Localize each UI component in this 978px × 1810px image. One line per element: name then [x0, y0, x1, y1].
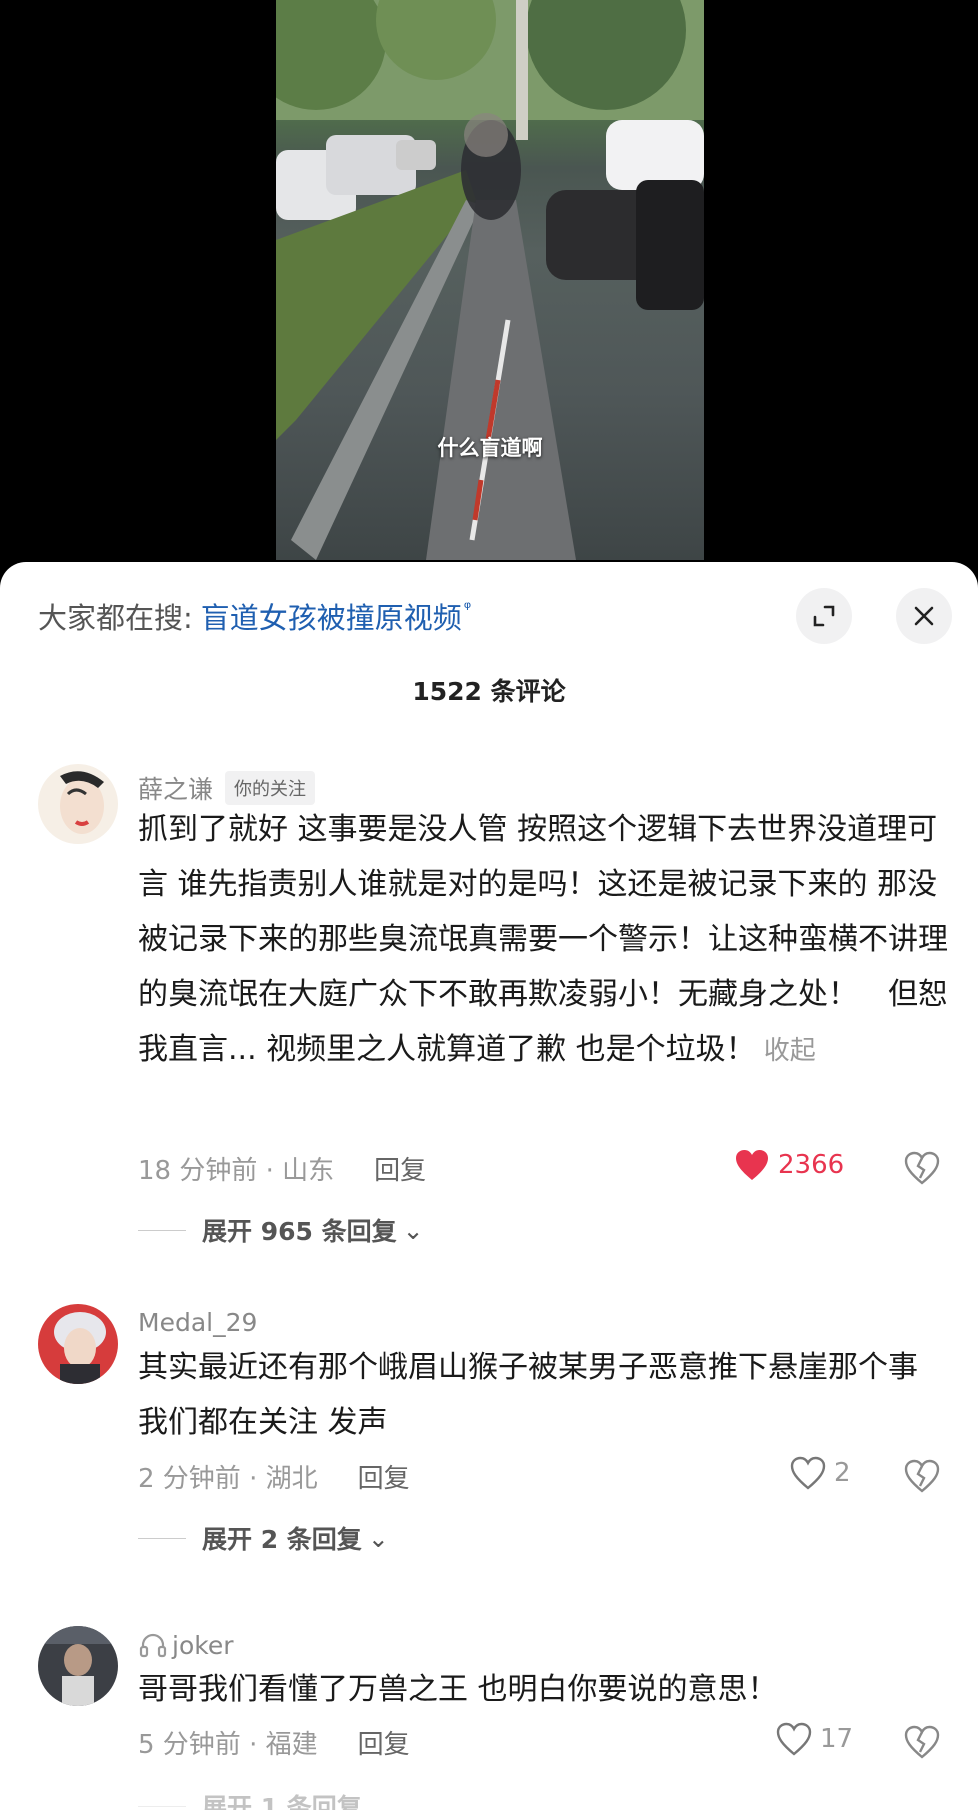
comment-sheet: 大家都在搜: 盲道女孩被撞原视频 ᵠ 1522 条评论 薛之谦 你的关注 抓到了…: [0, 562, 978, 1810]
expand-replies[interactable]: 展开 965 条回复 ⌄: [138, 1212, 424, 1248]
expand-replies-label: 展开 1 条回复: [202, 1793, 362, 1810]
username[interactable]: Medal_29: [138, 1308, 257, 1337]
broken-heart-icon[interactable]: [904, 1458, 940, 1494]
like-count: 2366: [778, 1150, 845, 1180]
comment-text: 其实最近还有那个峨眉山猴子被某男子恶意推下悬崖那个事 我们都在关注 发声: [138, 1350, 918, 1440]
comment-count: 1522 条评论: [412, 677, 566, 706]
comment-text: 哥哥我们看懂了万兽之王 也明白你要说的意思！: [138, 1672, 778, 1707]
video-player[interactable]: 什么盲道啊: [276, 0, 704, 560]
username[interactable]: 薛之谦: [138, 770, 213, 806]
comment-body: 抓到了就好 这事要是没人管 按照这个逻辑下去世界没道理可言 谁先指责别人谁就是对…: [138, 812, 948, 1067]
like-button[interactable]: 2366: [734, 1148, 844, 1182]
avatar[interactable]: [38, 1626, 118, 1706]
comment-time-location: 5 分钟前 · 福建: [138, 1730, 318, 1760]
expand-icon: [813, 605, 835, 627]
heart-filled-icon: [736, 1150, 768, 1180]
expand-replies[interactable]: 展开 1 条回复: [138, 1788, 362, 1810]
reply-button[interactable]: 回复: [358, 1458, 410, 1495]
close-icon: [914, 606, 934, 626]
comment-meta: 5 分钟前 · 福建 回复: [138, 1724, 410, 1761]
comment-user-row: 薛之谦 你的关注: [138, 770, 316, 806]
expand-replies-label: 展开 2 条回复: [202, 1525, 362, 1554]
search-suggestion[interactable]: 大家都在搜: 盲道女孩被撞原视频 ᵠ: [38, 596, 471, 636]
collapse-link[interactable]: 收起: [764, 1036, 816, 1066]
comment-user-row: joker: [138, 1630, 234, 1660]
broken-heart-icon[interactable]: [904, 1150, 940, 1186]
close-button[interactable]: [896, 588, 952, 644]
like-button[interactable]: 17: [776, 1722, 853, 1756]
headphones-icon: [139, 1633, 167, 1658]
comment-text: 抓到了就好 这事要是没人管 按照这个逻辑下去世界没道理可言 谁先指责别人谁就是对…: [138, 802, 948, 1079]
chevron-down-icon: ⌄: [367, 1523, 389, 1553]
expand-button[interactable]: [796, 588, 852, 644]
heart-outline-icon: [790, 1456, 826, 1490]
video-scene: [276, 0, 704, 560]
chevron-down-icon: ⌄: [402, 1215, 424, 1245]
divider-line: [138, 1229, 186, 1231]
comment-time-location: 2 分钟前 · 湖北: [138, 1464, 318, 1494]
divider-line: [138, 1537, 186, 1539]
search-icon: ᵠ: [463, 597, 472, 619]
avatar[interactable]: [38, 764, 118, 844]
comment-meta: 2 分钟前 · 湖北 回复: [138, 1458, 410, 1495]
avatar[interactable]: [38, 1304, 118, 1384]
follow-badge: 你的关注: [225, 771, 316, 805]
comment-user-row: Medal_29: [138, 1308, 257, 1337]
search-term-link[interactable]: 盲道女孩被撞原视频: [201, 595, 462, 637]
expand-replies[interactable]: 展开 2 条回复 ⌄: [138, 1520, 389, 1556]
like-count: 17: [820, 1724, 854, 1754]
divider-line: [138, 1805, 186, 1807]
heart-outline-icon: [776, 1722, 812, 1756]
search-prefix: 大家都在搜:: [38, 601, 193, 635]
like-count: 2: [834, 1458, 851, 1488]
video-area[interactable]: 什么盲道啊: [0, 0, 978, 570]
like-button[interactable]: 2: [790, 1456, 851, 1490]
video-caption: 什么盲道啊: [437, 436, 543, 460]
comment-time-location: 18 分钟前 · 山东: [138, 1156, 335, 1186]
reply-button[interactable]: 回复: [358, 1724, 410, 1761]
expand-replies-label: 展开 965 条回复: [202, 1217, 397, 1246]
comment-meta: 18 分钟前 · 山东 回复: [138, 1150, 426, 1187]
reply-button[interactable]: 回复: [374, 1150, 426, 1187]
broken-heart-icon[interactable]: [904, 1724, 940, 1760]
username[interactable]: joker: [172, 1631, 234, 1660]
